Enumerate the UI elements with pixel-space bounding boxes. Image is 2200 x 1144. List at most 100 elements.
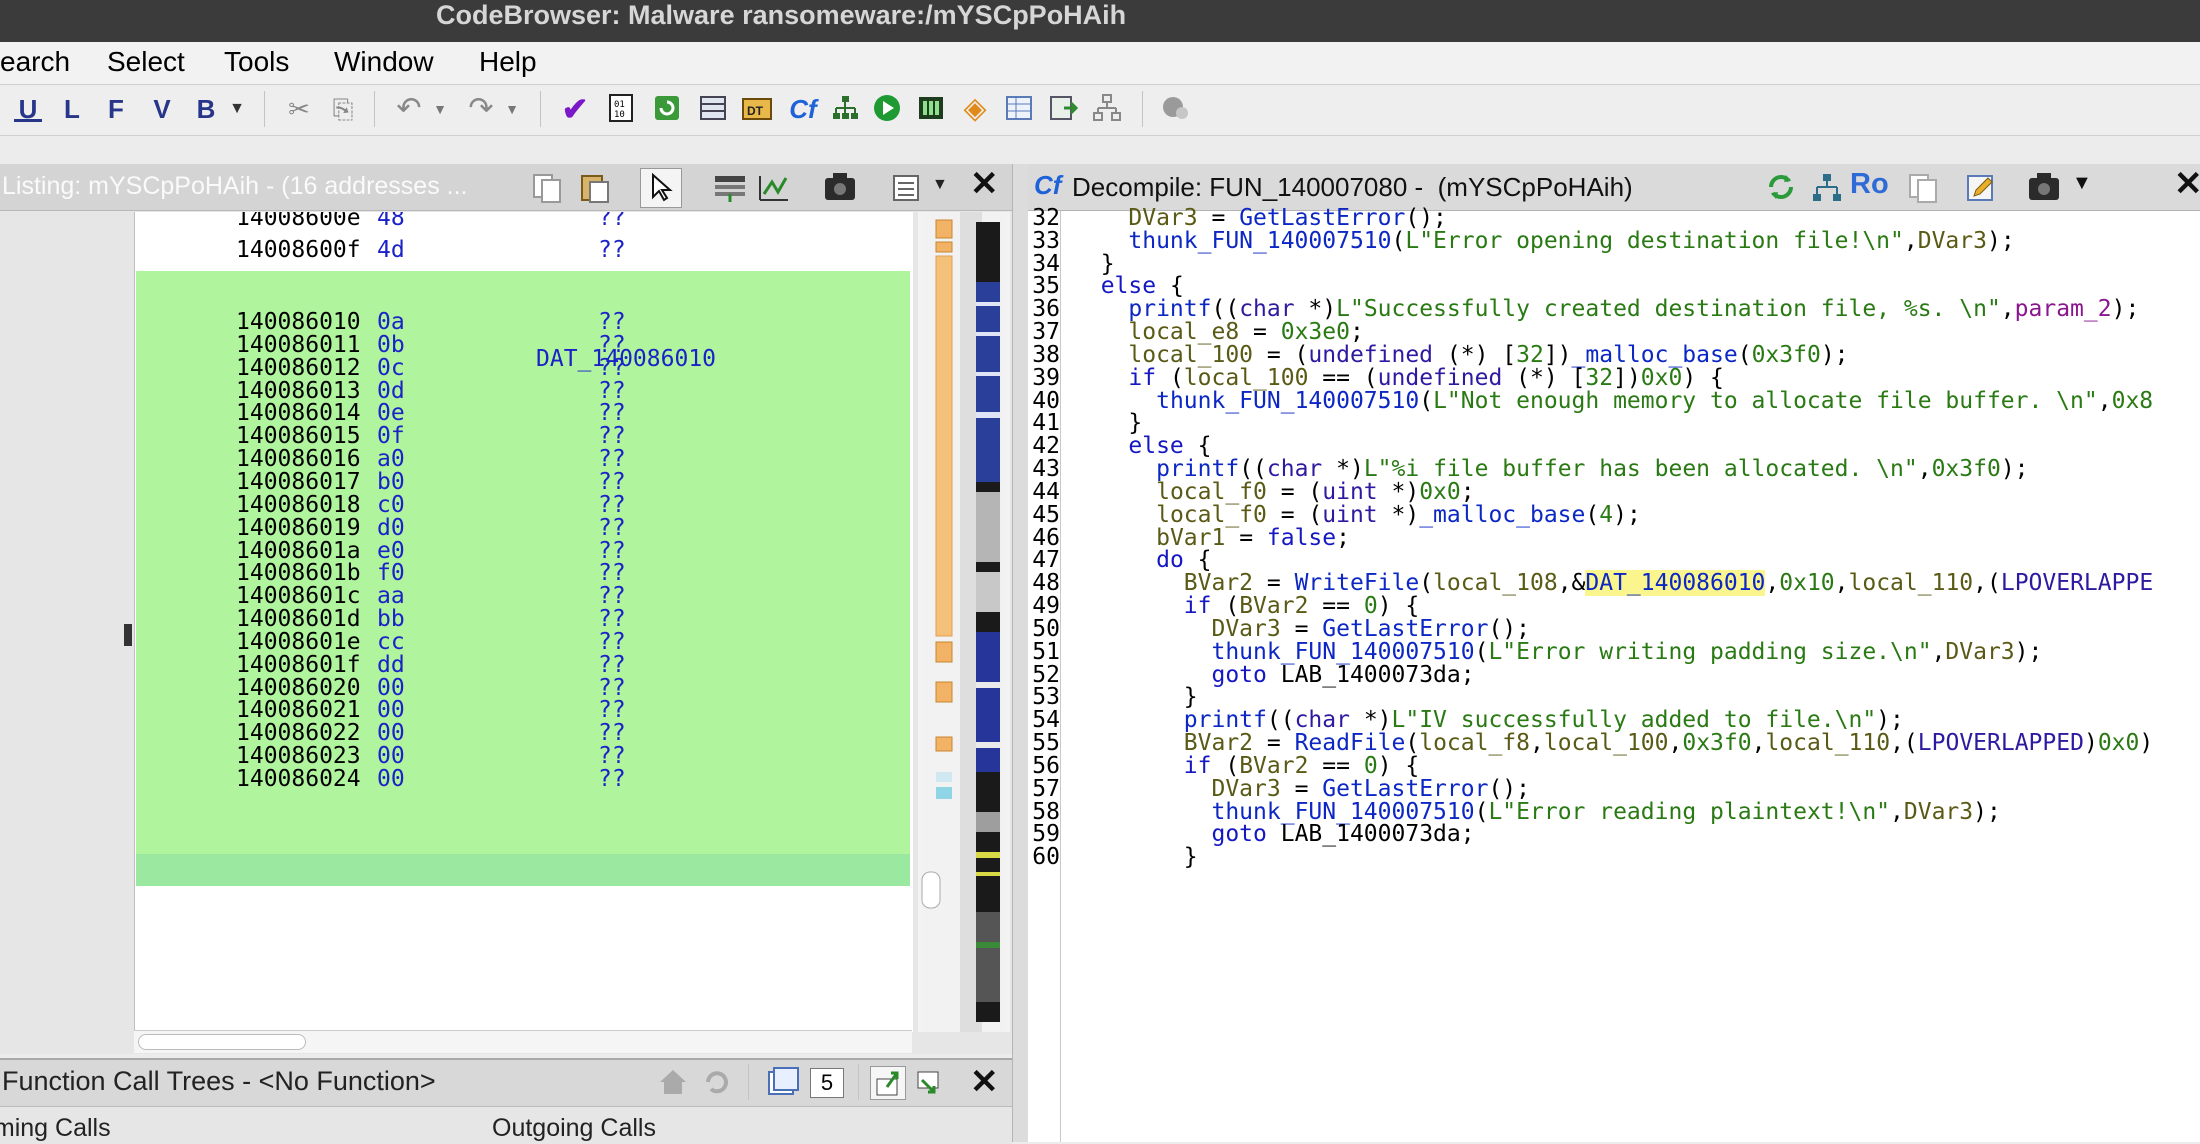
paste-icon[interactable]: ⎘ xyxy=(326,93,360,125)
paste-icon[interactable] xyxy=(578,172,612,209)
horizontal-scrollbar[interactable] xyxy=(134,1030,912,1053)
svg-text:10: 10 xyxy=(614,110,625,120)
bookmarks-icon[interactable] xyxy=(914,93,948,125)
field-editor-icon[interactable] xyxy=(712,172,748,209)
menu-search[interactable]: earch xyxy=(0,46,70,78)
toolbar-separator xyxy=(858,1064,859,1100)
address: 14008600f xyxy=(236,237,361,263)
table-icon[interactable] xyxy=(1002,93,1036,125)
line-number: 60 xyxy=(1032,844,1060,871)
menu-select[interactable]: Select xyxy=(107,46,185,78)
data-types-icon[interactable]: DT xyxy=(740,93,774,125)
svg-text:DT: DT xyxy=(747,104,764,118)
function-call-trees-panel: Function Call Trees - <No Function> 5 ✕ … xyxy=(0,1058,1012,1144)
redo-icon[interactable]: ↷ xyxy=(464,93,498,125)
fct-title: Function Call Trees - <No Function> xyxy=(2,1066,436,1096)
chevron-down-icon[interactable]: ▼ xyxy=(432,93,448,125)
chevron-down-icon[interactable]: ▼ xyxy=(2072,172,2092,195)
bytes-icon[interactable]: 01 10 xyxy=(604,93,638,125)
close-icon[interactable]: ✕ xyxy=(970,164,999,204)
decompile-icon: Cf xyxy=(1034,170,1062,200)
toolbar-separator xyxy=(264,91,265,127)
read-only-toggle[interactable]: Ro xyxy=(1850,168,1889,201)
copy-icon[interactable] xyxy=(1906,172,1940,209)
toolbar-l-button[interactable]: L xyxy=(58,93,86,125)
expand-icon[interactable] xyxy=(766,1066,800,1103)
undo-icon[interactable]: ↶ xyxy=(392,93,426,125)
snapshot-icon[interactable] xyxy=(822,170,858,209)
home-icon[interactable] xyxy=(656,1066,690,1103)
depth-field[interactable]: 5 xyxy=(810,1068,844,1098)
memory-map-icon[interactable] xyxy=(696,93,730,125)
toolbar-b-button[interactable]: B xyxy=(192,93,220,125)
edit-icon[interactable] xyxy=(1964,172,1998,209)
navigate-outgoing-icon[interactable] xyxy=(912,1066,946,1103)
menu-bar: earch Select Tools Window Help xyxy=(0,42,2200,85)
address: 140086024 xyxy=(236,766,361,792)
byte-value: 4d xyxy=(377,237,405,263)
window-title: CodeBrowser: Malware ransomeware:/mYSCpP… xyxy=(436,0,1127,30)
svg-text:01: 01 xyxy=(614,100,625,110)
chevron-down-icon[interactable]: ▼ xyxy=(932,176,948,194)
toolbar-u-button[interactable]: U xyxy=(14,93,42,124)
refresh-icon[interactable] xyxy=(700,1066,734,1103)
check-icon[interactable]: ✔ xyxy=(558,93,592,125)
decompile-title: Decompile: FUN_140007080 - (mYSCpPoHAih) xyxy=(1072,172,1633,202)
code-line[interactable]: } xyxy=(1073,844,1198,870)
listing-header: Listing: mYSCpPoHAih - (16 addresses ...… xyxy=(0,164,1012,211)
export-icon[interactable] xyxy=(1046,93,1080,125)
tree-icon[interactable] xyxy=(1090,93,1124,125)
diamond-icon[interactable]: ◈ xyxy=(958,93,992,125)
decompile-panel: Cf Decompile: FUN_140007080 - (mYSCpPoHA… xyxy=(1028,164,2200,1142)
close-icon[interactable]: ✕ xyxy=(2174,164,2200,204)
toolbar-separator xyxy=(748,1064,749,1100)
menu-tools[interactable]: Tools xyxy=(224,46,289,78)
undefined-marker: ?? xyxy=(598,237,626,263)
navigate-incoming-icon[interactable] xyxy=(870,1066,906,1100)
chevron-down-icon[interactable]: ▼ xyxy=(504,93,520,125)
decompile-icon[interactable]: Cf xyxy=(786,93,820,125)
undefined-marker: ?? xyxy=(598,212,626,231)
scrollbar-thumb[interactable] xyxy=(138,1034,306,1050)
cut-icon[interactable]: ✂ xyxy=(282,93,316,125)
fct-header: Function Call Trees - <No Function> 5 ✕ xyxy=(0,1060,1012,1107)
function-graph-icon[interactable] xyxy=(828,93,862,125)
toolbar-v-button[interactable]: V xyxy=(148,93,176,125)
listing-row[interactable]: 14008600e 48 ?? xyxy=(135,212,913,234)
toolbar-separator xyxy=(1142,91,1143,127)
refresh-program-icon[interactable] xyxy=(650,93,684,125)
undefined-marker: ?? xyxy=(598,766,626,792)
listing-row[interactable]: 140086024 00?? xyxy=(135,763,913,795)
diff-icon[interactable] xyxy=(756,172,792,209)
window-title-bar: CodeBrowser: Malware ransomeware:/mYSCpP… xyxy=(0,0,2200,42)
copy-icon[interactable] xyxy=(530,172,564,209)
address: 14008600e xyxy=(236,212,361,231)
close-icon[interactable]: ✕ xyxy=(970,1062,999,1102)
panel-options-icon[interactable] xyxy=(890,172,924,209)
decompile-header: Cf Decompile: FUN_140007080 - (mYSCpPoHA… xyxy=(1028,164,2200,211)
menu-window[interactable]: Window xyxy=(334,46,434,78)
menu-help[interactable]: Help xyxy=(479,46,537,78)
code-line[interactable]: thunk_FUN_140007510(L"Error opening dest… xyxy=(1073,228,2014,254)
byte-value: 48 xyxy=(377,212,405,231)
run-script-icon[interactable] xyxy=(870,93,904,125)
toolbar-separator xyxy=(374,91,375,127)
incoming-calls-header[interactable]: oming Calls xyxy=(0,1114,111,1143)
cursor-select-icon[interactable] xyxy=(640,168,682,208)
toolbar-f-button[interactable]: F xyxy=(102,93,130,125)
outgoing-calls-header[interactable]: Outgoing Calls xyxy=(492,1114,656,1143)
code-line[interactable]: thunk_FUN_140007510(L"Not enough memory … xyxy=(1073,388,2153,414)
listing-row[interactable]: 14008600f 4d ?? xyxy=(135,234,913,266)
refresh-icon[interactable] xyxy=(1764,170,1798,209)
cursor-marker xyxy=(124,624,132,646)
toolbar-separator xyxy=(540,91,541,127)
listing-panel: Listing: mYSCpPoHAih - (16 addresses ...… xyxy=(0,164,1012,1054)
current-line-highlight xyxy=(136,854,910,886)
listing-content[interactable]: 14008600e 48 ?? 14008600f 4d ?? DAT_1400… xyxy=(134,212,913,1032)
byte-value: 00 xyxy=(377,766,405,792)
snapshot-icon[interactable] xyxy=(2026,170,2062,209)
debugger-icon[interactable] xyxy=(1158,93,1192,125)
chevron-down-icon[interactable]: ▼ xyxy=(228,93,246,125)
function-graph-icon[interactable] xyxy=(1810,172,1844,209)
overview-scrollbar[interactable] xyxy=(918,212,1010,1032)
